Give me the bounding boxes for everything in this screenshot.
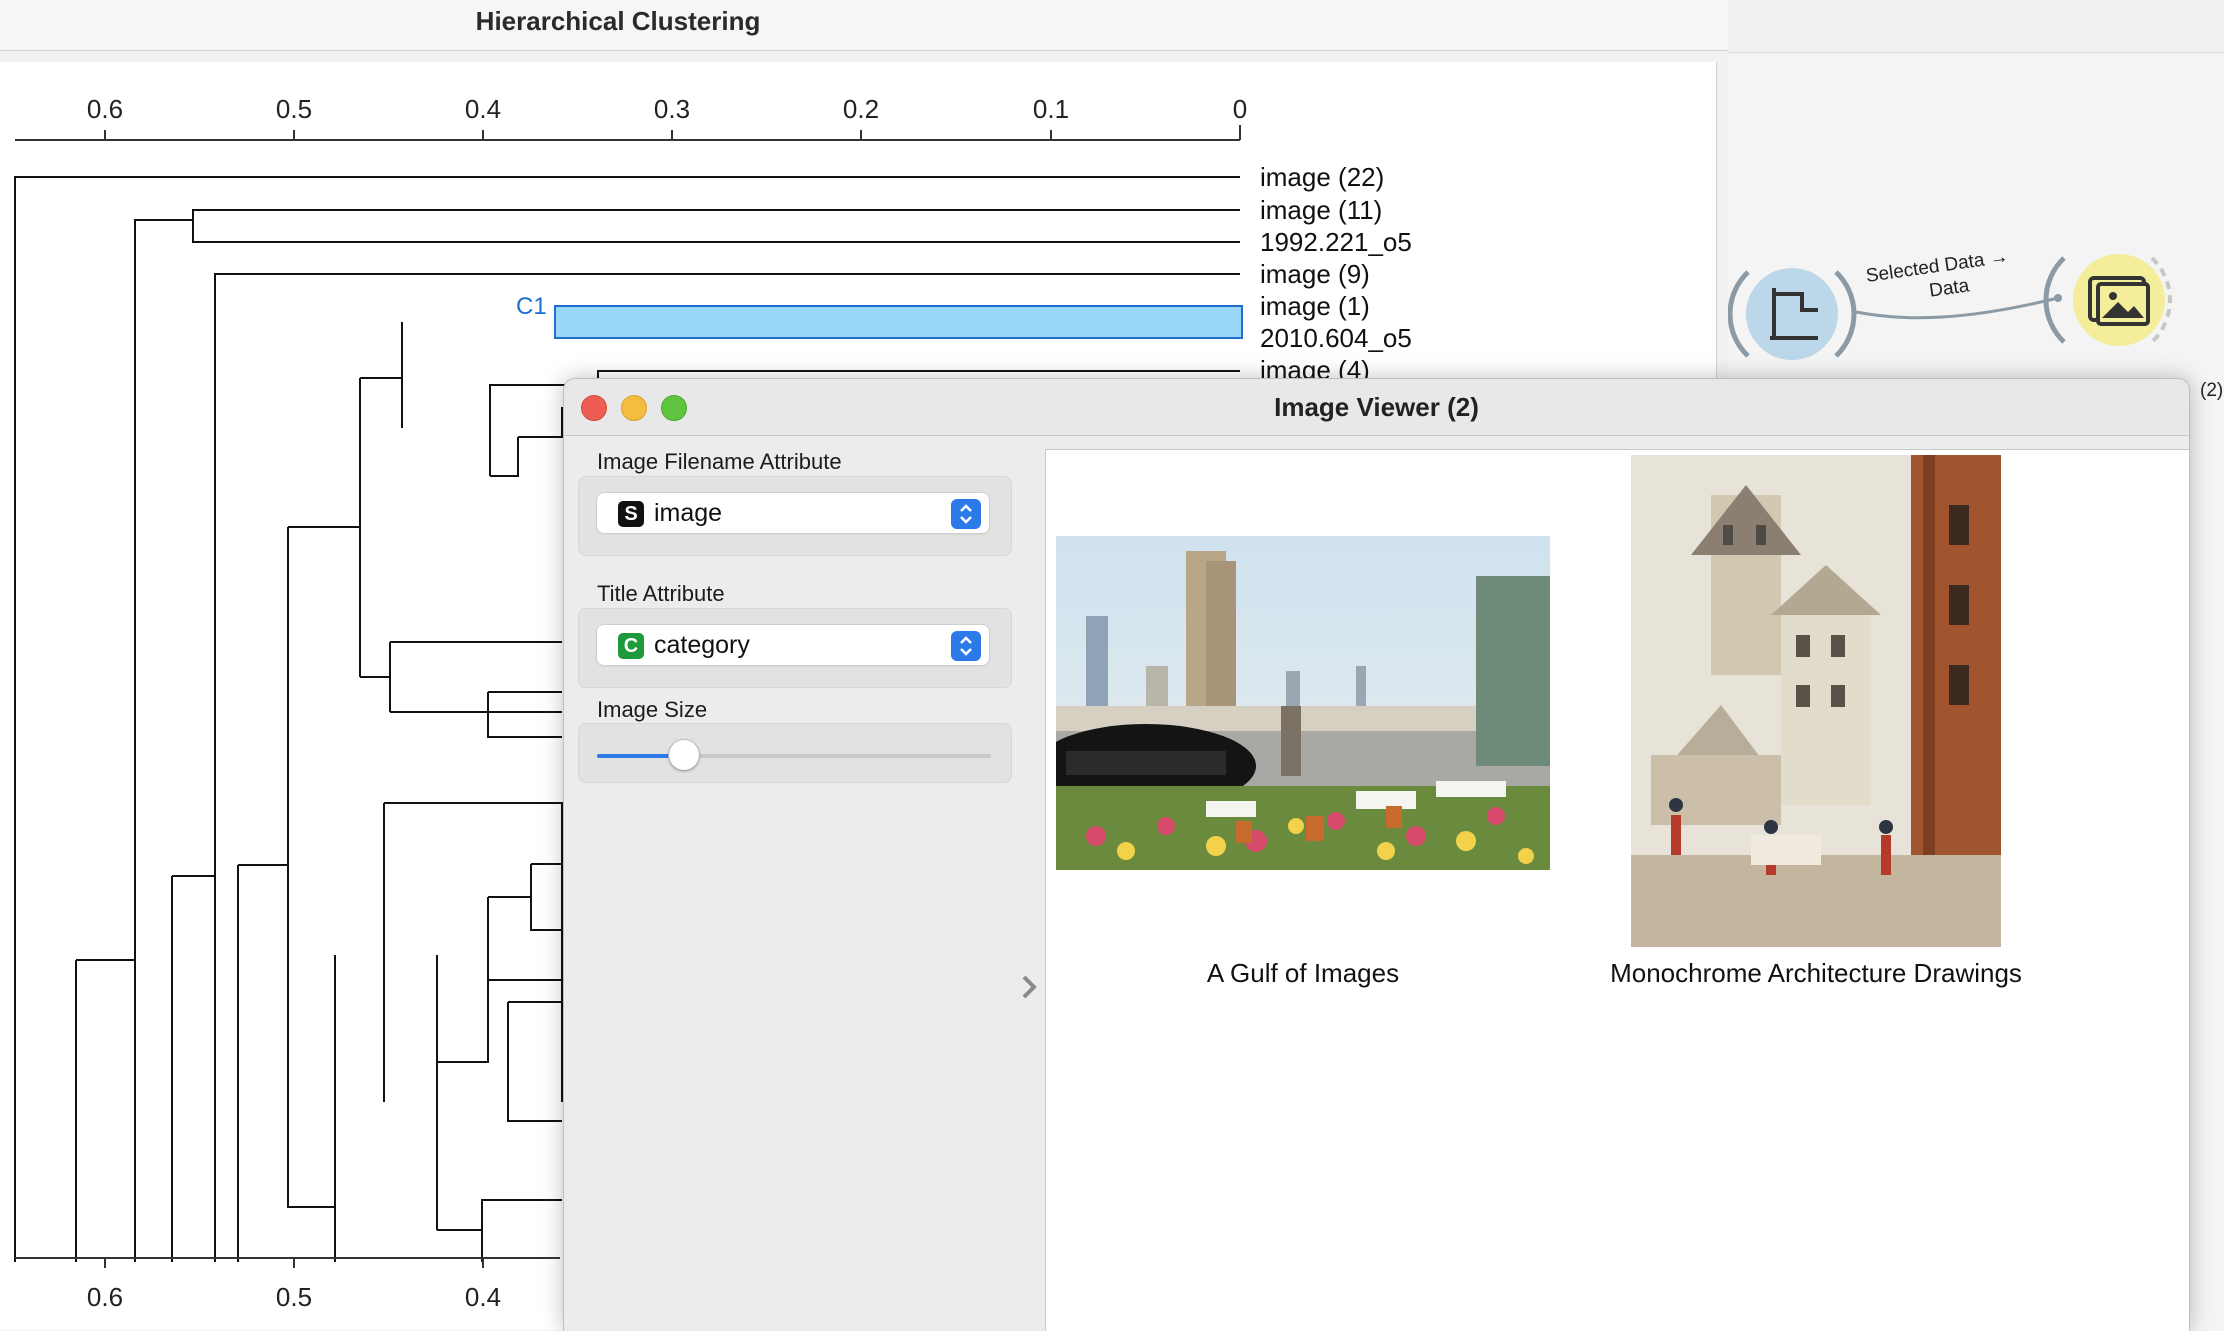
axis-tick-label: 0.5 [276, 1282, 312, 1312]
cluster-selection[interactable] [554, 305, 1243, 339]
architecture-drawing [1631, 455, 2001, 947]
axis-tick-label: 0.6 [87, 94, 123, 124]
title-attribute-box: C category [578, 608, 1012, 688]
image-size-box [578, 723, 1012, 783]
node-body [1746, 268, 1838, 360]
axis-tick-label: 0.4 [465, 1282, 501, 1312]
bottom-axis [15, 1257, 560, 1268]
image-title: Monochrome Architecture Drawings [1610, 958, 2022, 988]
leaf-label[interactable]: 1992.221_o5 [1260, 227, 1412, 257]
chevron-updown-icon [951, 499, 981, 529]
leaf-label[interactable]: image (1) [1260, 291, 1370, 321]
axis-tick-label: 0.2 [843, 94, 879, 124]
leaf-label[interactable]: image (9) [1260, 259, 1370, 289]
axis-tick-label: 0.5 [276, 94, 312, 124]
image-title: A Gulf of Images [1206, 958, 1400, 988]
image-size-label: Image Size [597, 697, 708, 722]
image-viewer-node-label: (2) [2200, 380, 2223, 401]
leaf-label[interactable]: image (11) [1260, 195, 1382, 225]
filename-attribute-value: image [654, 499, 723, 527]
gulf-street-photo [1056, 536, 1550, 870]
title-attribute-label: Title Attribute [597, 581, 725, 606]
axis-tick-label: 0.6 [87, 1282, 123, 1312]
string-variable-icon: S [618, 501, 644, 527]
leaf-label[interactable]: 2010.604_o5 [1260, 323, 1412, 353]
window-title: Hierarchical Clustering [475, 6, 761, 36]
title-attribute-value: category [654, 631, 750, 659]
node-input-arc [1728, 270, 1750, 358]
node-output-arc [1834, 270, 1857, 358]
image-thumbnail[interactable] [1056, 536, 1550, 870]
filename-attribute-label: Image Filename Attribute [597, 449, 842, 474]
image-size-slider[interactable] [597, 740, 991, 770]
workflow-link[interactable] [1855, 296, 2059, 320]
axis-tick-label: 0.4 [465, 94, 501, 124]
window-title: Image Viewer (2) [1274, 392, 1479, 422]
axis-tick-label: 0 [1233, 94, 1247, 124]
image-viewer-icon [2088, 276, 2150, 326]
image-viewer-titlebar[interactable]: Image Viewer (2) [564, 379, 2189, 436]
link-label-data: Data [1928, 275, 1971, 301]
image-thumbnail[interactable] [1631, 455, 2001, 947]
leaf-label[interactable]: image (22) [1260, 162, 1384, 192]
hierarchical-clustering-node[interactable] [1728, 268, 1857, 360]
hierarchical-clustering-titlebar[interactable]: Hierarchical Clustering [0, 0, 1728, 51]
axis-tick-label: 0.3 [654, 94, 690, 124]
image-size-slider-handle[interactable] [669, 740, 699, 770]
collapse-panel-chevron-icon[interactable] [1014, 967, 1044, 1007]
title-attribute-combo[interactable]: C category [597, 625, 989, 665]
cluster-selection-label: C1 [516, 293, 547, 320]
categorical-variable-icon: C [618, 633, 644, 659]
filename-attribute-box: S image [578, 476, 1012, 556]
top-axis [15, 125, 1241, 141]
axis-tick-label: 0.1 [1033, 94, 1069, 124]
filename-attribute-combo[interactable]: S image [597, 493, 989, 533]
image-viewer-node[interactable] [2043, 254, 2172, 346]
chevron-updown-icon [951, 631, 981, 661]
image-gallery[interactable]: A Gulf of Images Monochrome Architecture… [1045, 449, 2189, 1331]
link-anchor [2054, 294, 2062, 302]
image-viewer-window: Image Viewer (2) Image Filename Attribut… [563, 378, 2190, 1331]
